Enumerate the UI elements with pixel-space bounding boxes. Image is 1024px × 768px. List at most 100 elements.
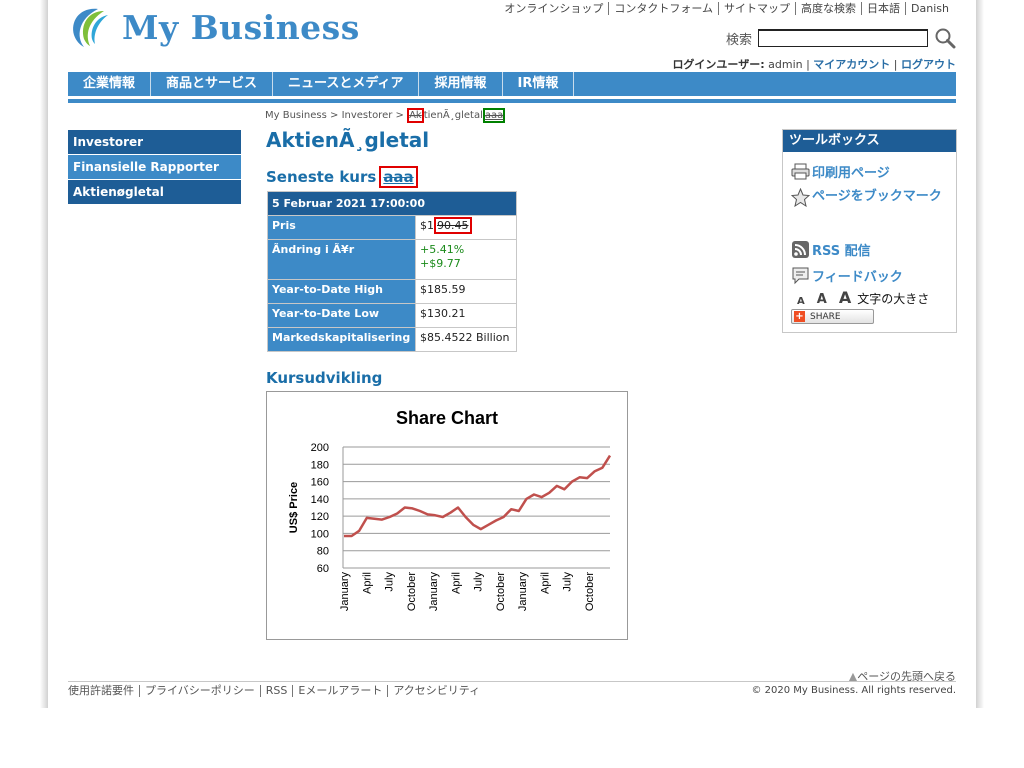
latest-price-title: Seneste kurs bbox=[266, 168, 377, 186]
nav-item-ir[interactable]: IR情報 bbox=[503, 72, 575, 96]
latest-price-tag[interactable]: aaa bbox=[379, 166, 418, 188]
ytd-high-label: Year-to-Date High bbox=[267, 279, 416, 304]
y-tick-label: 160 bbox=[311, 477, 329, 489]
print-page-link[interactable]: 印刷用ページ bbox=[791, 162, 890, 181]
page: My Business オンラインショップ コンタクトフォーム サイトマップ 高… bbox=[48, 0, 976, 708]
sidebar-item-key-figures[interactable]: Aktienøgletal bbox=[68, 180, 241, 204]
x-tick-label: April bbox=[361, 572, 373, 594]
font-size-medium[interactable]: A bbox=[817, 292, 827, 307]
toolbox-title: ツールボックス bbox=[783, 130, 956, 152]
printer-icon bbox=[791, 163, 810, 180]
font-size-large[interactable]: A bbox=[839, 288, 851, 307]
change-label: Ãndring i Ã¥r bbox=[267, 239, 416, 280]
breadcrumb-separator: > bbox=[392, 110, 408, 121]
logout-link[interactable]: ログアウト bbox=[901, 58, 956, 71]
toplink-online-shop[interactable]: オンラインショップ bbox=[499, 2, 608, 15]
market-cap-value: $85.4522 Billion bbox=[415, 327, 517, 352]
chart-title: Share Chart bbox=[396, 408, 498, 428]
y-tick-label: 80 bbox=[317, 546, 329, 558]
copyright: © 2020 My Business. All rights reserved. bbox=[751, 685, 956, 696]
search-label: 検索 bbox=[725, 32, 752, 48]
y-tick-label: 180 bbox=[311, 459, 329, 471]
x-tick-label: April bbox=[539, 572, 551, 594]
share-label: SHARE bbox=[810, 311, 841, 322]
plus-icon: + bbox=[794, 311, 805, 322]
change-value: +5.41% +$9.77 bbox=[415, 239, 517, 280]
rss-link[interactable]: RSS 配信 bbox=[791, 240, 871, 259]
quote-table: 5 Februar 2021 17:00:00 Pris $1 90.45 Ãnd… bbox=[267, 191, 517, 352]
price-struck: 90.45 bbox=[434, 217, 472, 234]
sidebar-nav: Investorer Finansielle Rapporter Aktienø… bbox=[68, 130, 241, 205]
x-tick-label: January bbox=[339, 572, 351, 612]
site-logo[interactable]: My Business bbox=[68, 5, 360, 49]
share-button[interactable]: + SHARE bbox=[791, 309, 874, 324]
footer-link-accessibility[interactable]: アクセシビリティ bbox=[387, 685, 485, 697]
market-cap-label: Markedskapitalisering bbox=[267, 327, 416, 352]
top-links: オンラインショップ コンタクトフォーム サイトマップ 高度な検索 日本語 Dan… bbox=[499, 2, 954, 15]
footer-link-terms[interactable]: 使用許諾要件 bbox=[68, 685, 139, 697]
price-value: $1 90.45 bbox=[415, 215, 517, 240]
nav-item-careers[interactable]: 採用情報 bbox=[419, 72, 503, 96]
ytd-high-value: $185.59 bbox=[415, 279, 517, 304]
search-bar: 検索 bbox=[726, 27, 956, 49]
breadcrumb-home[interactable]: My Business bbox=[265, 110, 327, 121]
footer-links: 使用許諾要件 プライバシーポリシー RSS Eメールアラート アクセシビリティ bbox=[68, 685, 485, 697]
toplink-sitemap[interactable]: サイトマップ bbox=[718, 2, 795, 15]
table-row: Pris $1 90.45 bbox=[267, 215, 517, 240]
table-row: Markedskapitalisering $85.4522 Billion bbox=[267, 327, 517, 352]
font-size-small[interactable]: A bbox=[797, 296, 805, 307]
price-prefix: $1 bbox=[420, 219, 434, 232]
print-page-label: 印刷用ページ bbox=[812, 166, 890, 181]
user-status: ログインユーザー: admin | マイアカウント | ログアウト bbox=[672, 56, 956, 72]
toplink-advanced-search[interactable]: 高度な検索 bbox=[795, 2, 861, 15]
toplink-danish[interactable]: Danish bbox=[905, 2, 954, 15]
table-row: Year-to-Date Low $130.21 bbox=[267, 303, 517, 328]
search-icon[interactable] bbox=[934, 27, 956, 49]
x-tick-label: October bbox=[584, 572, 596, 611]
y-axis-label: US$ Price bbox=[288, 482, 300, 533]
nav-item-company[interactable]: 企業情報 bbox=[68, 72, 152, 96]
font-size-label: 文字の大きさ bbox=[857, 292, 930, 306]
rss-icon bbox=[792, 241, 809, 258]
breadcrumb-current: tienÃ¸gletal bbox=[423, 110, 483, 121]
footer-link-rss[interactable]: RSS bbox=[259, 685, 293, 697]
ytd-low-label: Year-to-Date Low bbox=[267, 303, 416, 328]
footer-divider bbox=[68, 681, 956, 682]
latest-price-heading: Seneste kurs aaa bbox=[266, 166, 418, 188]
nav-item-news[interactable]: ニュースとメディア bbox=[273, 72, 420, 96]
change-absolute: +$9.77 bbox=[420, 257, 461, 270]
my-account-link[interactable]: マイアカウント bbox=[813, 58, 890, 71]
bookmark-page-link[interactable]: ページをブックマーク bbox=[791, 184, 962, 210]
x-tick-label: October bbox=[406, 572, 418, 611]
page-shadow-right bbox=[976, 0, 984, 708]
search-input[interactable] bbox=[758, 29, 928, 47]
nav-item-products[interactable]: 商品とサービス bbox=[151, 72, 274, 96]
x-tick-label: January bbox=[517, 572, 529, 612]
sidebar-item-financial-reports[interactable]: Finansielle Rapporter bbox=[68, 155, 241, 179]
price-label: Pris bbox=[267, 215, 416, 240]
feedback-label: フィードバック bbox=[812, 270, 903, 285]
toplink-japanese[interactable]: 日本語 bbox=[861, 2, 905, 15]
page-shadow-left bbox=[40, 0, 48, 708]
breadcrumb-investorer[interactable]: Investorer bbox=[342, 110, 393, 121]
nav-divider bbox=[68, 99, 956, 103]
user-separator: | bbox=[890, 58, 901, 71]
x-tick-label: July bbox=[384, 572, 396, 592]
table-row: Ãndring i Ã¥r +5.41% +$9.77 bbox=[267, 239, 517, 280]
breadcrumb-tag[interactable]: aaa bbox=[482, 108, 506, 123]
star-icon bbox=[791, 188, 810, 207]
toplink-contact-form[interactable]: コンタクトフォーム bbox=[608, 2, 718, 15]
share-chart-svg: Share Chart US$ Price 60 80 100 120 140 160 180 2… bbox=[288, 408, 612, 612]
share-chart: Share Chart US$ Price 60 80 100 120 140 160 180 2… bbox=[266, 391, 628, 640]
ytd-low-value: $130.21 bbox=[415, 303, 517, 328]
y-tick-label: 140 bbox=[311, 494, 329, 506]
login-user-label: ログインユーザー: bbox=[672, 58, 765, 71]
toolbox: ツールボックス 印刷用ページ ページをブックマーク RSS 配信 フィードバック… bbox=[782, 129, 957, 333]
y-tick-label: 120 bbox=[311, 511, 329, 523]
main-nav: 企業情報 商品とサービス ニュースとメディア 採用情報 IR情報 bbox=[68, 72, 956, 96]
footer-link-email-alerts[interactable]: Eメールアラート bbox=[292, 685, 387, 697]
sidebar-item-investorer[interactable]: Investorer bbox=[68, 130, 241, 154]
feedback-link[interactable]: フィードバック bbox=[791, 266, 903, 285]
footer-link-privacy[interactable]: プライバシーポリシー bbox=[139, 685, 260, 697]
feedback-icon bbox=[792, 267, 809, 285]
